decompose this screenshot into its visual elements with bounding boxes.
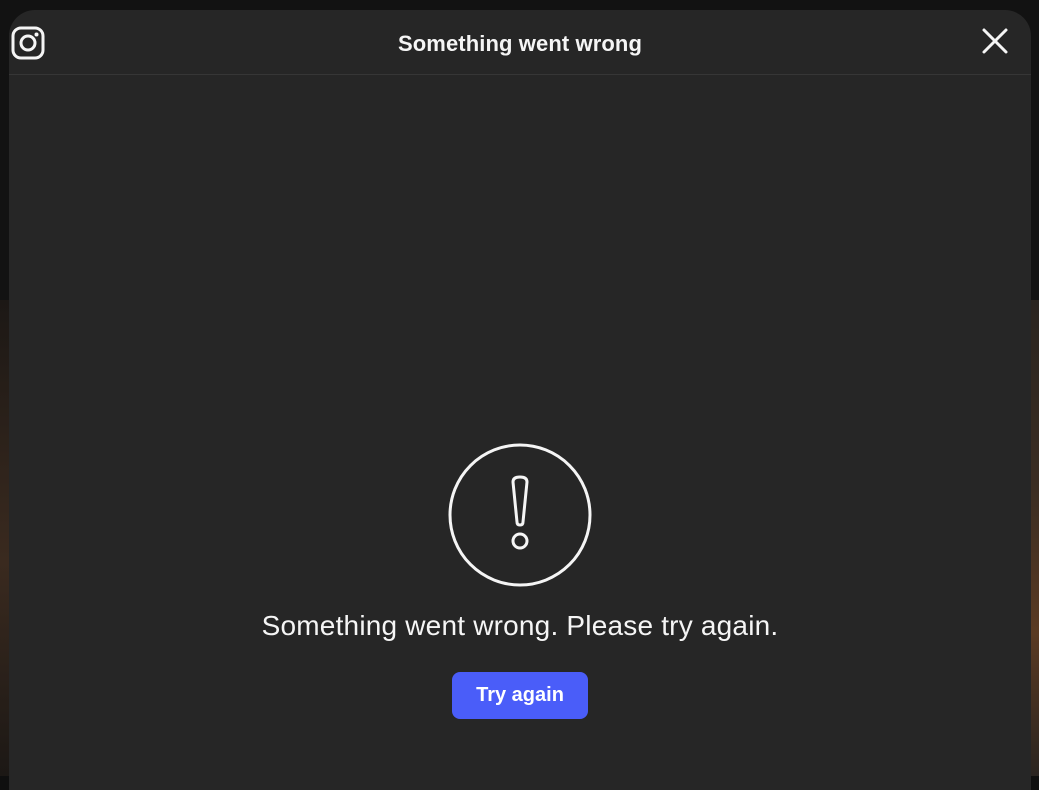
try-again-button[interactable]: Try again [452, 672, 588, 719]
backdrop-left-edge [0, 300, 9, 776]
exclamation-circle-icon [448, 443, 592, 587]
dialog-title: Something went wrong [398, 31, 642, 56]
error-message: Something went wrong. Please try again. [261, 610, 779, 641]
close-icon[interactable] [981, 27, 1009, 55]
error-content: Something went wrong. Please try again. … [9, 442, 1031, 719]
dialog-header: Something went wrong [9, 10, 1031, 75]
backdrop-right-edge [1030, 300, 1039, 776]
error-dialog: Something went wrong Something went wron… [9, 10, 1031, 790]
